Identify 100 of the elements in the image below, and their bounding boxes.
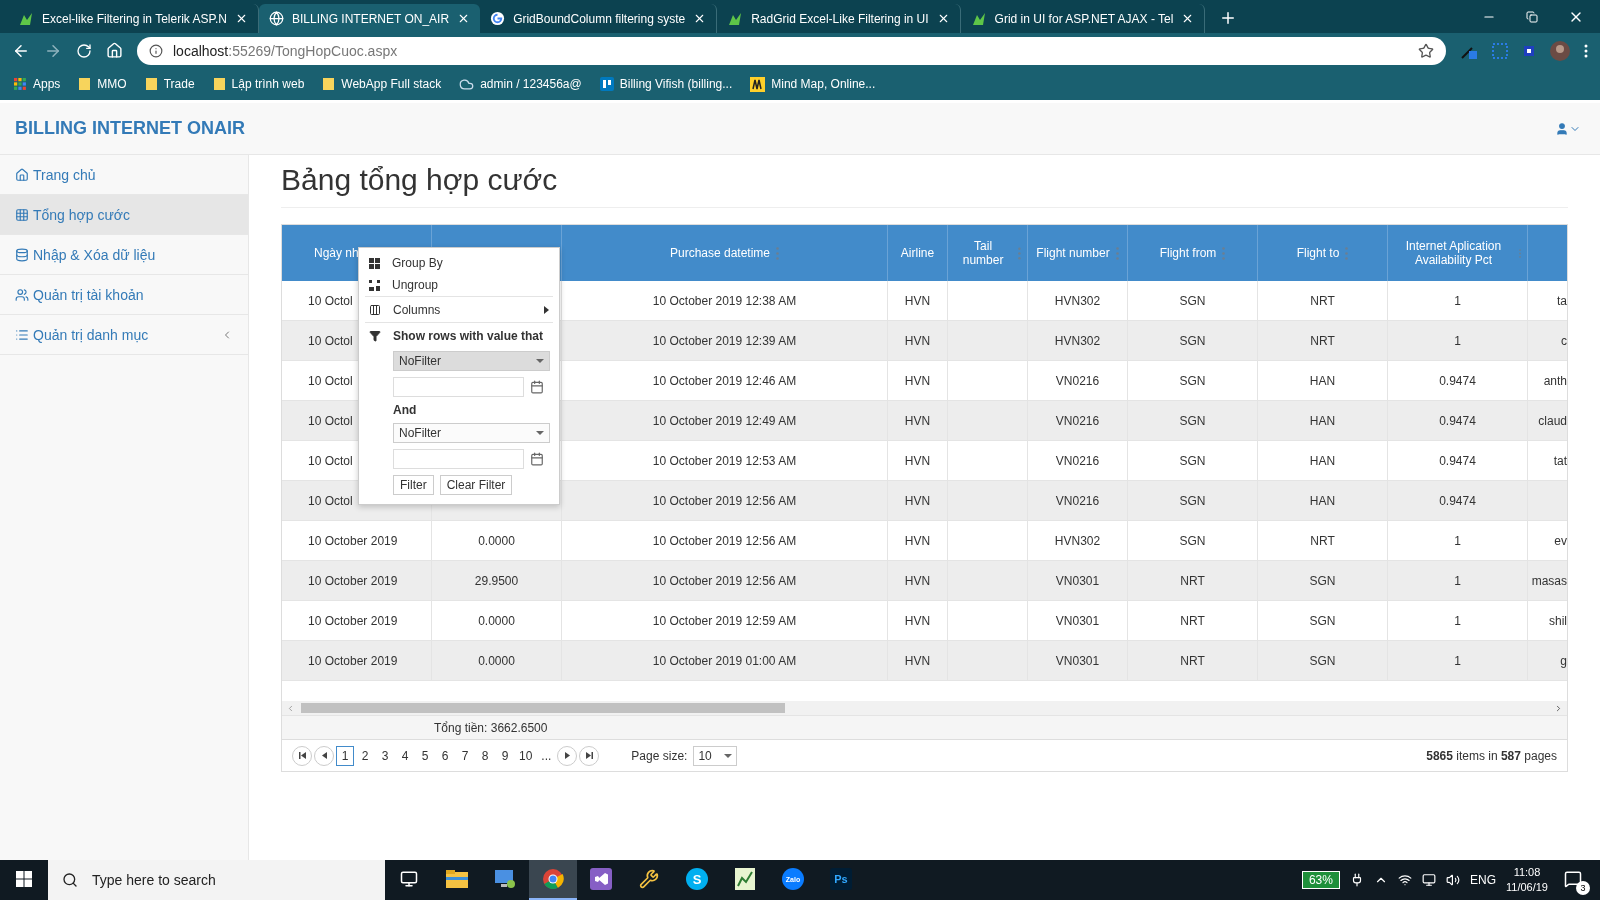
table-cell: HVN bbox=[888, 561, 948, 601]
page-title: Bảng tổng hợp cước bbox=[281, 163, 1568, 208]
column-header[interactable]: Flight number bbox=[1028, 225, 1128, 281]
filter-dropdown[interactable]: NoFilter bbox=[393, 351, 550, 371]
clock[interactable]: 11:08 11/06/19 bbox=[1506, 865, 1548, 895]
table-cell: HVN bbox=[888, 481, 948, 521]
table-cell: SGN bbox=[1128, 361, 1258, 401]
group-icon bbox=[369, 257, 380, 269]
table-cell: 10 October 2019 12:59 AM bbox=[562, 601, 888, 641]
language-indicator[interactable]: ENG bbox=[1469, 873, 1496, 887]
calendar-icon[interactable] bbox=[530, 452, 544, 466]
table-cell: masas bbox=[1528, 561, 1567, 601]
bookmark-link[interactable]: Mind Map, Online... bbox=[750, 76, 876, 92]
message-icon bbox=[1564, 869, 1582, 888]
filter-value-field[interactable] bbox=[393, 449, 524, 469]
apps-icon bbox=[14, 77, 27, 91]
spreadsheet-icon[interactable] bbox=[735, 868, 755, 890]
last-page-button[interactable] bbox=[579, 745, 600, 766]
visual-studio-icon[interactable] bbox=[590, 868, 612, 890]
tools-icon[interactable] bbox=[639, 869, 659, 889]
table-cell: 0.9474 bbox=[1388, 441, 1528, 481]
table-cell: HVN302 bbox=[1028, 321, 1128, 361]
address-bar[interactable]: localhost:55269/TongHopCuoc.aspx bbox=[137, 36, 1446, 65]
scroll-right-icon[interactable] bbox=[1554, 703, 1563, 713]
folder-icon[interactable] bbox=[446, 870, 468, 888]
chrome-icon[interactable] bbox=[542, 868, 564, 890]
table-cell: VN0216 bbox=[1028, 361, 1128, 401]
grid-icon bbox=[15, 207, 29, 222]
filter-button[interactable]: Clear Filter bbox=[439, 475, 513, 495]
table-cell: NRT bbox=[1258, 521, 1388, 561]
last-page-icon bbox=[585, 752, 593, 759]
bookmark-star-icon[interactable] bbox=[1418, 42, 1434, 59]
next-page-button[interactable] bbox=[557, 745, 578, 766]
column-header[interactable]: Airline bbox=[888, 225, 948, 281]
folder-icon bbox=[144, 77, 158, 91]
table-cell: 10 October 2019 bbox=[282, 521, 432, 561]
user-icon bbox=[1555, 121, 1569, 136]
table-cell: SGN bbox=[1128, 401, 1258, 441]
browser-tab[interactable]: BILLING INTERNET ON_AIR bbox=[258, 4, 481, 33]
previous-page-button[interactable] bbox=[314, 745, 334, 766]
column-header[interactable]: Tail number bbox=[948, 225, 1028, 281]
table-cell: NRT bbox=[1258, 321, 1388, 361]
filter-value-field[interactable] bbox=[393, 377, 524, 397]
bookmark-link[interactable]: Lập trình web bbox=[212, 77, 305, 91]
bookmark-link[interactable]: Billing Vifish (billing... bbox=[599, 77, 733, 91]
taskbar-search-field[interactable]: Type here to search bbox=[48, 860, 385, 900]
table-cell: HVN bbox=[888, 641, 948, 681]
volume-icon[interactable] bbox=[1445, 873, 1460, 887]
page-size-label: Page size: bbox=[631, 748, 688, 763]
table-cell: HAN bbox=[1258, 401, 1388, 441]
filter-icon bbox=[369, 329, 381, 342]
bookmark-link[interactable]: MMO bbox=[78, 77, 127, 91]
table-cell: claud bbox=[1528, 401, 1567, 441]
column-header[interactable]: Flight from bbox=[1128, 225, 1258, 281]
board-icon bbox=[599, 77, 614, 91]
search-icon bbox=[62, 872, 78, 888]
sidebar-item[interactable]: Tổng hợp cước bbox=[0, 195, 248, 235]
previous-icon bbox=[321, 752, 327, 759]
column-header[interactable]: Internet Aplication Availability Pct bbox=[1388, 225, 1528, 281]
submenu-arrow-icon bbox=[544, 305, 549, 314]
table-cell: SGN bbox=[1258, 561, 1388, 601]
display-icon[interactable] bbox=[1421, 873, 1436, 887]
filter-dropdown[interactable]: NoFilter bbox=[393, 423, 550, 443]
table-cell: SGN bbox=[1128, 281, 1258, 321]
brand-title[interactable]: BILLING INTERNET ONAIR bbox=[15, 118, 245, 139]
column-header[interactable]: Flight to bbox=[1258, 225, 1388, 281]
bookmark-link[interactable]: Apps bbox=[14, 77, 61, 91]
extension-icon[interactable] bbox=[1522, 43, 1536, 58]
battery-indicator: 63% bbox=[1301, 871, 1340, 889]
filter-button[interactable]: Filter bbox=[393, 475, 434, 495]
calendar-icon[interactable] bbox=[530, 380, 544, 394]
column-header[interactable]: Purchase datetime bbox=[562, 225, 888, 281]
bookmark-link[interactable]: Trade bbox=[144, 77, 195, 91]
reload-icon[interactable] bbox=[76, 42, 92, 59]
bookmark-link[interactable]: WebApp Full stack bbox=[322, 77, 442, 91]
photoshop-icon[interactable]: Ps bbox=[830, 868, 852, 890]
table-cell: HVN bbox=[888, 441, 948, 481]
table-cell: 0.0000 bbox=[432, 601, 562, 641]
page-size-dropdown[interactable]: 10 bbox=[693, 745, 738, 766]
menu-label: And bbox=[393, 403, 417, 417]
table-cell: 10 October 2019 12:56 AM bbox=[562, 561, 888, 601]
avatar-icon[interactable] bbox=[1550, 40, 1570, 61]
table-cell: HVN bbox=[888, 281, 948, 321]
home-icon[interactable] bbox=[106, 42, 123, 59]
first-page-button[interactable] bbox=[292, 745, 312, 766]
horizontal-scrollbar[interactable] bbox=[282, 701, 1567, 715]
table-cell: 10 October 2019 01:00 AM bbox=[562, 641, 888, 681]
computer-icon[interactable] bbox=[494, 869, 516, 889]
more-icon[interactable] bbox=[1584, 43, 1588, 58]
restore-icon[interactable] bbox=[1526, 10, 1538, 23]
task-view-icon[interactable] bbox=[400, 870, 418, 888]
table-cell: SGN bbox=[1258, 601, 1388, 641]
table-cell: NRT bbox=[1258, 281, 1388, 321]
table-cell: NRT bbox=[1128, 561, 1258, 601]
table-cell: SGN bbox=[1128, 481, 1258, 521]
home-icon bbox=[15, 167, 29, 182]
network-icon[interactable] bbox=[1397, 873, 1412, 887]
table-cell: 0.0000 bbox=[432, 521, 562, 561]
page-number[interactable]: 1 bbox=[336, 745, 354, 766]
bookmark-link[interactable]: admin / 123456a@ bbox=[459, 76, 582, 92]
